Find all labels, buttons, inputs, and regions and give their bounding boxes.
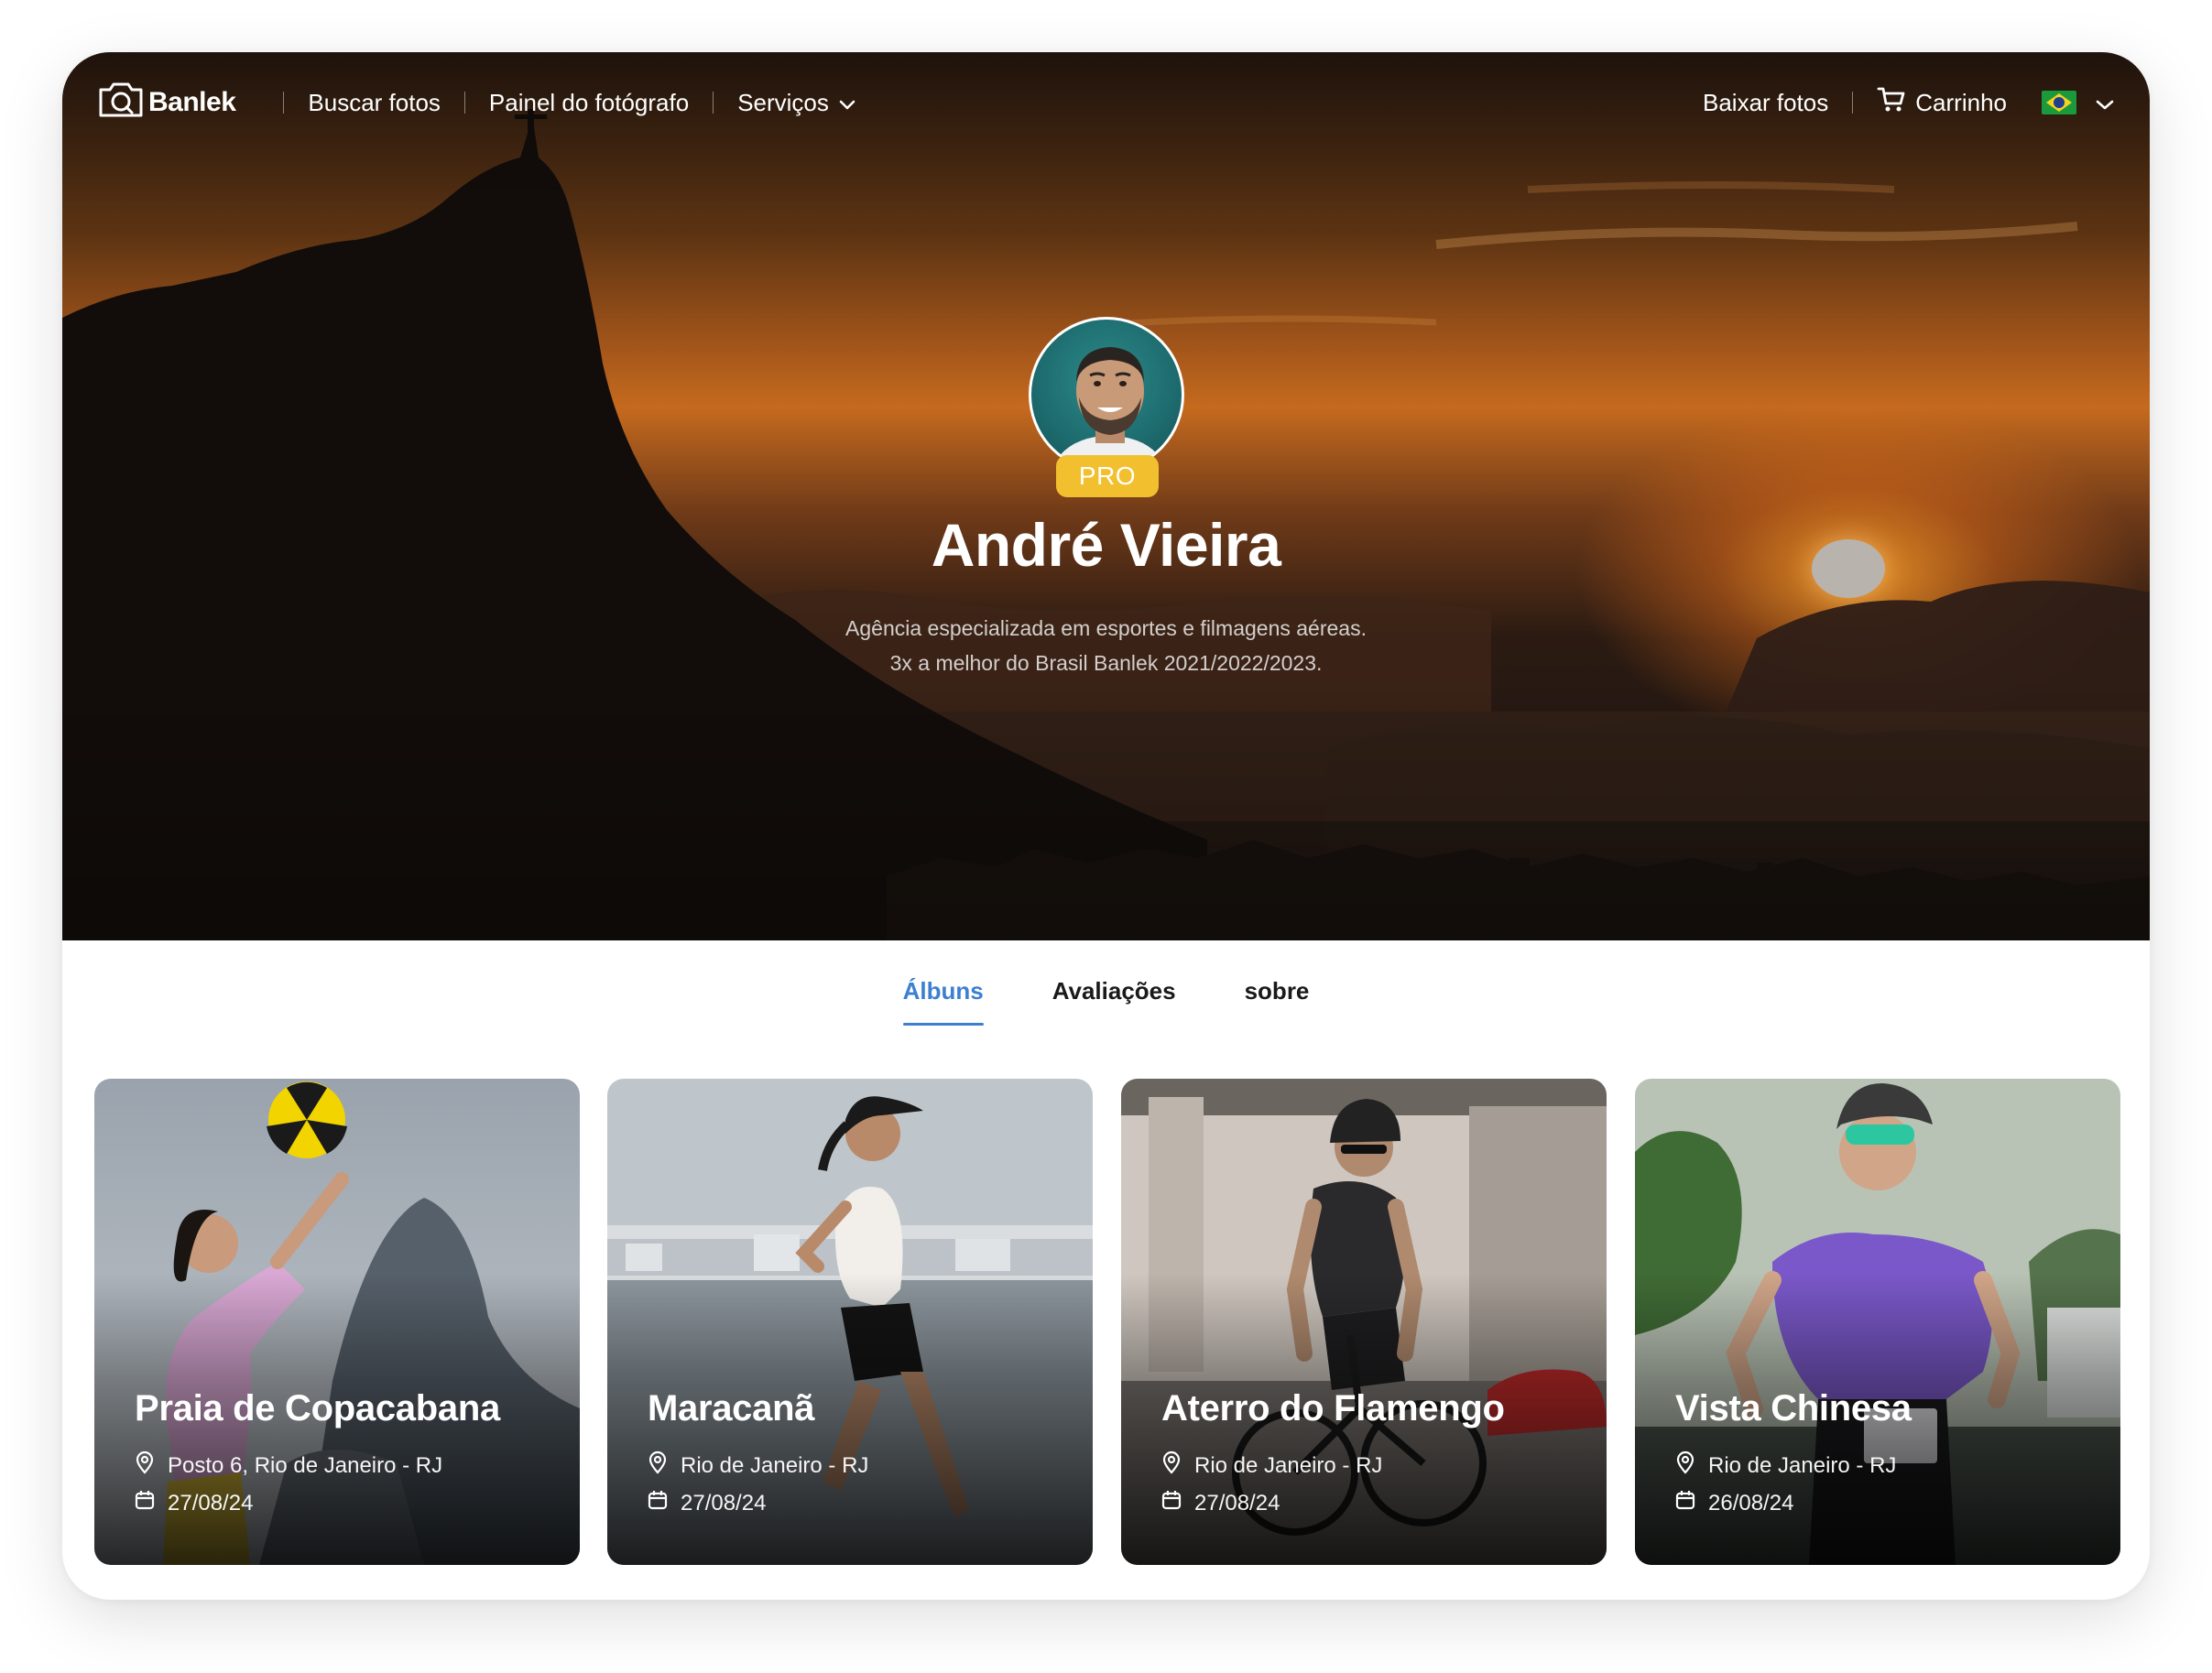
album-card[interactable]: Praia de Copacabana Posto 6, Rio de Jane…: [94, 1079, 580, 1565]
chevron-down-icon: [2095, 89, 2115, 117]
album-title: Praia de Copacabana: [135, 1388, 500, 1429]
album-date-text: 27/08/24: [168, 1490, 254, 1515]
camera-icon: [97, 81, 145, 125]
nav-divider: [463, 92, 465, 114]
album-date: 27/08/24: [135, 1490, 253, 1516]
banlek-logo[interactable]: Banlek: [97, 81, 236, 125]
bio-line: Agência especializada em esportes e film…: [845, 616, 1367, 640]
nav-download-photos[interactable]: Baixar fotos: [1703, 89, 1828, 117]
calendar-icon: [648, 1490, 668, 1516]
album-title: Maracanã: [648, 1388, 815, 1429]
cart-label: Carrinho: [1915, 88, 2007, 116]
album-date-text: 27/08/24: [1194, 1490, 1280, 1515]
nav-search-photos[interactable]: Buscar fotos: [308, 89, 441, 117]
photographer-avatar: [1029, 317, 1184, 473]
album-title: Aterro do Flamengo: [1161, 1388, 1505, 1429]
album-location-text: Rio de Janeiro - RJ: [681, 1452, 869, 1478]
tab-albums[interactable]: Álbuns: [902, 977, 984, 1026]
album-date: 27/08/24: [648, 1490, 766, 1516]
album-location: Rio de Janeiro - RJ: [1675, 1450, 1896, 1481]
album-location-text: Rio de Janeiro - RJ: [1194, 1452, 1383, 1478]
album-date: 27/08/24: [1161, 1490, 1280, 1516]
location-pin-icon: [1161, 1450, 1182, 1481]
album-card[interactable]: Aterro do Flamengo Rio de Janeiro - RJ 2…: [1121, 1079, 1607, 1565]
album-title: Vista Chinesa: [1675, 1388, 1912, 1429]
album-location-text: Posto 6, Rio de Janeiro - RJ: [168, 1452, 443, 1478]
brazil-flag-icon[interactable]: [2042, 91, 2076, 114]
pro-badge: PRO: [1056, 455, 1159, 497]
hero-banner: Banlek Buscar fotos Painel do fotógrafo …: [62, 52, 2150, 940]
album-card[interactable]: Vista Chinesa Rio de Janeiro - RJ 26/08/…: [1635, 1079, 2120, 1565]
album-location: Rio de Janeiro - RJ: [648, 1450, 868, 1481]
album-date-text: 27/08/24: [681, 1490, 767, 1515]
profile-tabs: Álbuns Avaliações sobre: [62, 977, 2150, 1026]
cart-icon: [1877, 86, 1906, 120]
location-pin-icon: [1675, 1450, 1695, 1481]
nav-services-dropdown[interactable]: Serviços: [737, 89, 856, 117]
nav-photographer-panel[interactable]: Painel do fotógrafo: [489, 89, 689, 117]
location-pin-icon: [648, 1450, 668, 1481]
nav-divider: [1852, 92, 1854, 114]
tab-reviews[interactable]: Avaliações: [1052, 977, 1176, 1026]
album-grid: Praia de Copacabana Posto 6, Rio de Jane…: [94, 1079, 2120, 1565]
nav-divider: [713, 92, 714, 114]
album-card[interactable]: Maracanã Rio de Janeiro - RJ 27/08/24: [607, 1079, 1093, 1565]
calendar-icon: [1161, 1490, 1182, 1516]
tab-about[interactable]: sobre: [1245, 977, 1310, 1026]
album-date: 26/08/24: [1675, 1490, 1793, 1516]
location-pin-icon: [135, 1450, 155, 1481]
logo-text: Banlek: [148, 87, 236, 117]
chevron-down-icon: [838, 89, 856, 117]
calendar-icon: [1675, 1490, 1695, 1516]
cart-button[interactable]: Carrinho: [1877, 86, 2007, 120]
photographer-name: André Vieira: [931, 511, 1281, 579]
app-window: Banlek Buscar fotos Painel do fotógrafo …: [62, 52, 2150, 1600]
calendar-icon: [135, 1490, 155, 1516]
language-dropdown[interactable]: [2095, 89, 2115, 117]
album-location-text: Rio de Janeiro - RJ: [1708, 1452, 1897, 1478]
nav-services-label: Serviços: [737, 88, 829, 116]
top-nav: Banlek Buscar fotos Painel do fotógrafo …: [62, 52, 2150, 153]
album-location: Posto 6, Rio de Janeiro - RJ: [135, 1450, 442, 1481]
album-location: Rio de Janeiro - RJ: [1161, 1450, 1382, 1481]
bio-line: 3x a melhor do Brasil Banlek 2021/2022/2…: [889, 651, 1323, 675]
photographer-bio: Agência especializada em esportes e film…: [62, 611, 2150, 680]
nav-divider: [283, 92, 285, 114]
album-date-text: 26/08/24: [1708, 1490, 1794, 1515]
